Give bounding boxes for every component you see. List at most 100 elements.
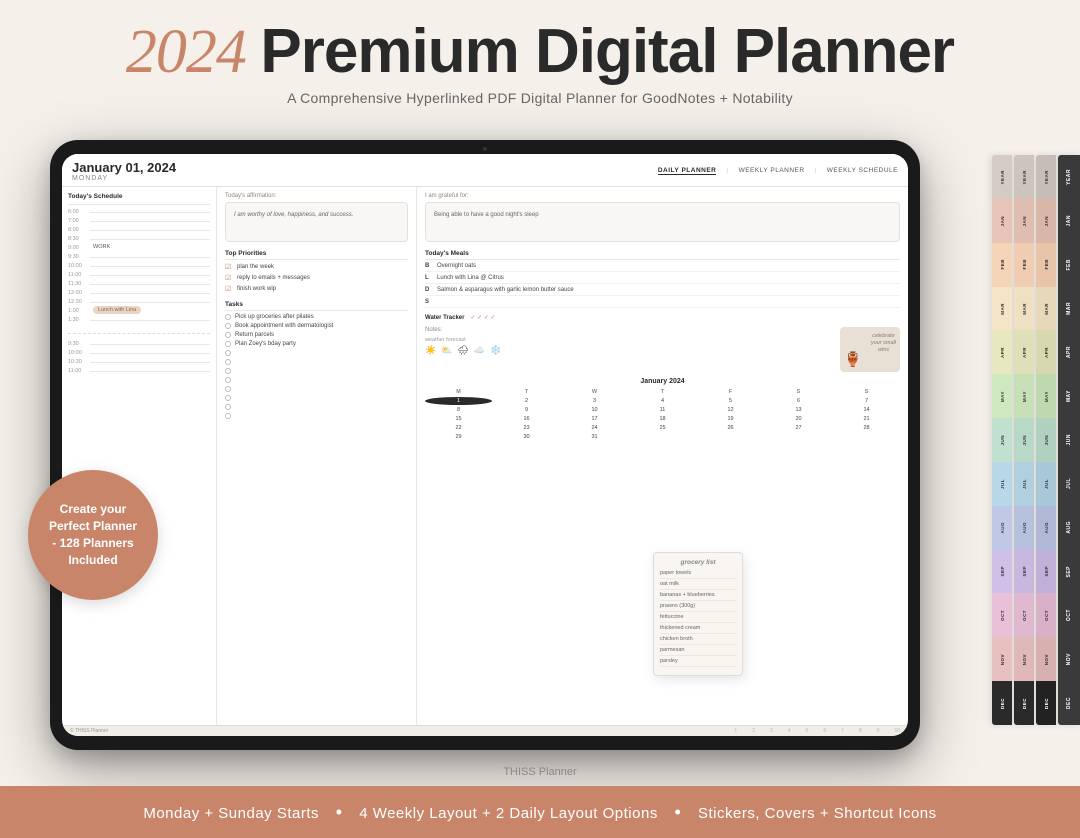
tab-mar-4[interactable]: MAR [1058, 287, 1080, 331]
weather-icon-cloud: ⛅ [441, 345, 452, 356]
tab-jan-4[interactable]: JAN [1058, 199, 1080, 243]
cal-cell-11[interactable]: 11 [629, 406, 696, 414]
tab-sep-1[interactable]: SEP [992, 550, 1012, 594]
cal-cell-31[interactable]: 31 [561, 433, 628, 441]
tab-jul-4[interactable]: JUL [1058, 462, 1080, 506]
cal-cell-12[interactable]: 12 [697, 406, 764, 414]
tab-nov-4[interactable]: NOV [1058, 637, 1080, 681]
cal-cell-6[interactable]: 6 [765, 397, 832, 405]
tab-dec-3[interactable]: DEC [1036, 681, 1056, 725]
tab-mar-2[interactable]: MAR [1014, 287, 1034, 331]
tab-feb-2[interactable]: FEB [1014, 243, 1034, 287]
cal-cell-5[interactable]: 5 [697, 397, 764, 405]
tab-feb-3[interactable]: FEB [1036, 243, 1056, 287]
tab-apr-3[interactable]: APR [1036, 330, 1056, 374]
task-circle-2 [225, 323, 231, 329]
task-circle-7 [225, 368, 231, 374]
tab-sep-4[interactable]: SEP [1058, 550, 1080, 594]
task-circle-6 [225, 359, 231, 365]
cal-cell-21[interactable]: 21 [833, 415, 900, 423]
planner-nav: DAILY PLANNER | WEEKLY PLANNER | WEEKLY … [658, 167, 898, 175]
tab-mar-1[interactable]: MAR [992, 287, 1012, 331]
cal-cell-23[interactable]: 23 [493, 424, 560, 432]
cal-cell-3[interactable]: 3 [561, 397, 628, 405]
cal-cell-13[interactable]: 13 [765, 406, 832, 414]
affirmation-label: Today's affirmation: [225, 193, 408, 199]
cal-cell-10[interactable]: 10 [561, 406, 628, 414]
cal-cell-14[interactable]: 14 [833, 406, 900, 414]
cal-cell-24[interactable]: 24 [561, 424, 628, 432]
cal-cell-16[interactable]: 16 [493, 415, 560, 423]
tab-nov-3[interactable]: NOV [1036, 637, 1056, 681]
tab-aug-1[interactable]: AUG [992, 506, 1012, 550]
tab-jun-1[interactable]: JUN [992, 418, 1012, 462]
tab-jan-2[interactable]: JAN [1014, 199, 1034, 243]
tab-jul-3[interactable]: JUL [1036, 462, 1056, 506]
task-2: Book appointment with dermatologist [225, 323, 408, 329]
tab-apr-4[interactable]: APR [1058, 330, 1080, 374]
cal-cell-15[interactable]: 15 [425, 415, 492, 423]
tab-oct-1[interactable]: OCT [992, 593, 1012, 637]
tab-dec-1[interactable]: DEC [992, 681, 1012, 725]
nav-daily[interactable]: DAILY PLANNER [658, 167, 717, 175]
tab-jun-4[interactable]: JUN [1058, 418, 1080, 462]
task-3: Return parcels [225, 332, 408, 338]
tab-year-2[interactable]: YEAR [1014, 155, 1034, 199]
tab-jan-3[interactable]: JAN [1036, 199, 1056, 243]
check-icon-2: ☑ [225, 274, 233, 282]
cal-cell-22[interactable]: 22 [425, 424, 492, 432]
affirmation-box[interactable]: I am worthy of love, happiness, and succ… [225, 202, 408, 242]
tab-oct-4[interactable]: OCT [1058, 593, 1080, 637]
cal-cell-25[interactable]: 25 [629, 424, 696, 432]
tab-jan-1[interactable]: JAN [992, 199, 1012, 243]
tab-mar-3[interactable]: MAR [1036, 287, 1056, 331]
cal-cell-27[interactable]: 27 [765, 424, 832, 432]
tab-apr-1[interactable]: APR [992, 330, 1012, 374]
cal-cell-4[interactable]: 4 [629, 397, 696, 405]
tab-sep-2[interactable]: SEP [1014, 550, 1034, 594]
tab-jun-3[interactable]: JUN [1036, 418, 1056, 462]
cal-cell-20[interactable]: 20 [765, 415, 832, 423]
nav-schedule[interactable]: WEEKLY SCHEDULE [827, 167, 898, 175]
tab-year-3[interactable]: YEAR [1036, 155, 1056, 199]
tab-sep-3[interactable]: SEP [1036, 550, 1056, 594]
nav-weekly[interactable]: WEEKLY PLANNER [739, 167, 805, 175]
tab-year-1[interactable]: YEAR [992, 155, 1012, 199]
cal-cell-7[interactable]: 7 [833, 397, 900, 405]
tab-may-4[interactable]: MAY [1058, 374, 1080, 418]
tab-jul-1[interactable]: JUL [992, 462, 1012, 506]
cal-cell-9[interactable]: 9 [493, 406, 560, 414]
cal-cell-30[interactable]: 30 [493, 433, 560, 441]
cal-cell-2[interactable]: 2 [493, 397, 560, 405]
cal-cell-17[interactable]: 17 [561, 415, 628, 423]
tab-oct-2[interactable]: OCT [1014, 593, 1034, 637]
tab-feb-4[interactable]: FEB [1058, 243, 1080, 287]
tab-nov-1[interactable]: NOV [992, 637, 1012, 681]
cal-cell-29[interactable]: 29 [425, 433, 492, 441]
cal-cell-28[interactable]: 28 [833, 424, 900, 432]
tab-may-2[interactable]: MAY [1014, 374, 1034, 418]
tab-year-4[interactable]: YEAR [1058, 155, 1080, 199]
tab-apr-2[interactable]: APR [1014, 330, 1034, 374]
tab-aug-2[interactable]: AUG [1014, 506, 1034, 550]
tab-aug-3[interactable]: AUG [1036, 506, 1056, 550]
tab-jun-2[interactable]: JUN [1014, 418, 1034, 462]
cal-cell-26[interactable]: 26 [697, 424, 764, 432]
tab-oct-3[interactable]: OCT [1036, 593, 1056, 637]
cal-cell-18[interactable]: 18 [629, 415, 696, 423]
tab-aug-4[interactable]: AUG [1058, 506, 1080, 550]
tab-jul-2[interactable]: JUL [1014, 462, 1034, 506]
cal-cell-19[interactable]: 19 [697, 415, 764, 423]
tab-feb-1[interactable]: FEB [992, 243, 1012, 287]
planner-topbar: January 01, 2024 MONDAY DAILY PLANNER | … [62, 154, 908, 187]
tab-dec-4[interactable]: DEC [1058, 681, 1080, 725]
tab-dec-2[interactable]: DEC [1014, 681, 1034, 725]
tab-strip-4: YEAR JAN FEB MAR APR MAY JUN JUL AUG SEP… [1058, 155, 1080, 725]
task-circle-12 [225, 413, 231, 419]
tab-may-1[interactable]: MAY [992, 374, 1012, 418]
tab-may-3[interactable]: MAY [1036, 374, 1056, 418]
cal-cell-8[interactable]: 8 [425, 406, 492, 414]
grateful-box[interactable]: Being able to have a good night's sleep [425, 202, 900, 242]
tab-nov-2[interactable]: NOV [1014, 637, 1034, 681]
cal-cell-1[interactable]: 1 [425, 397, 492, 405]
